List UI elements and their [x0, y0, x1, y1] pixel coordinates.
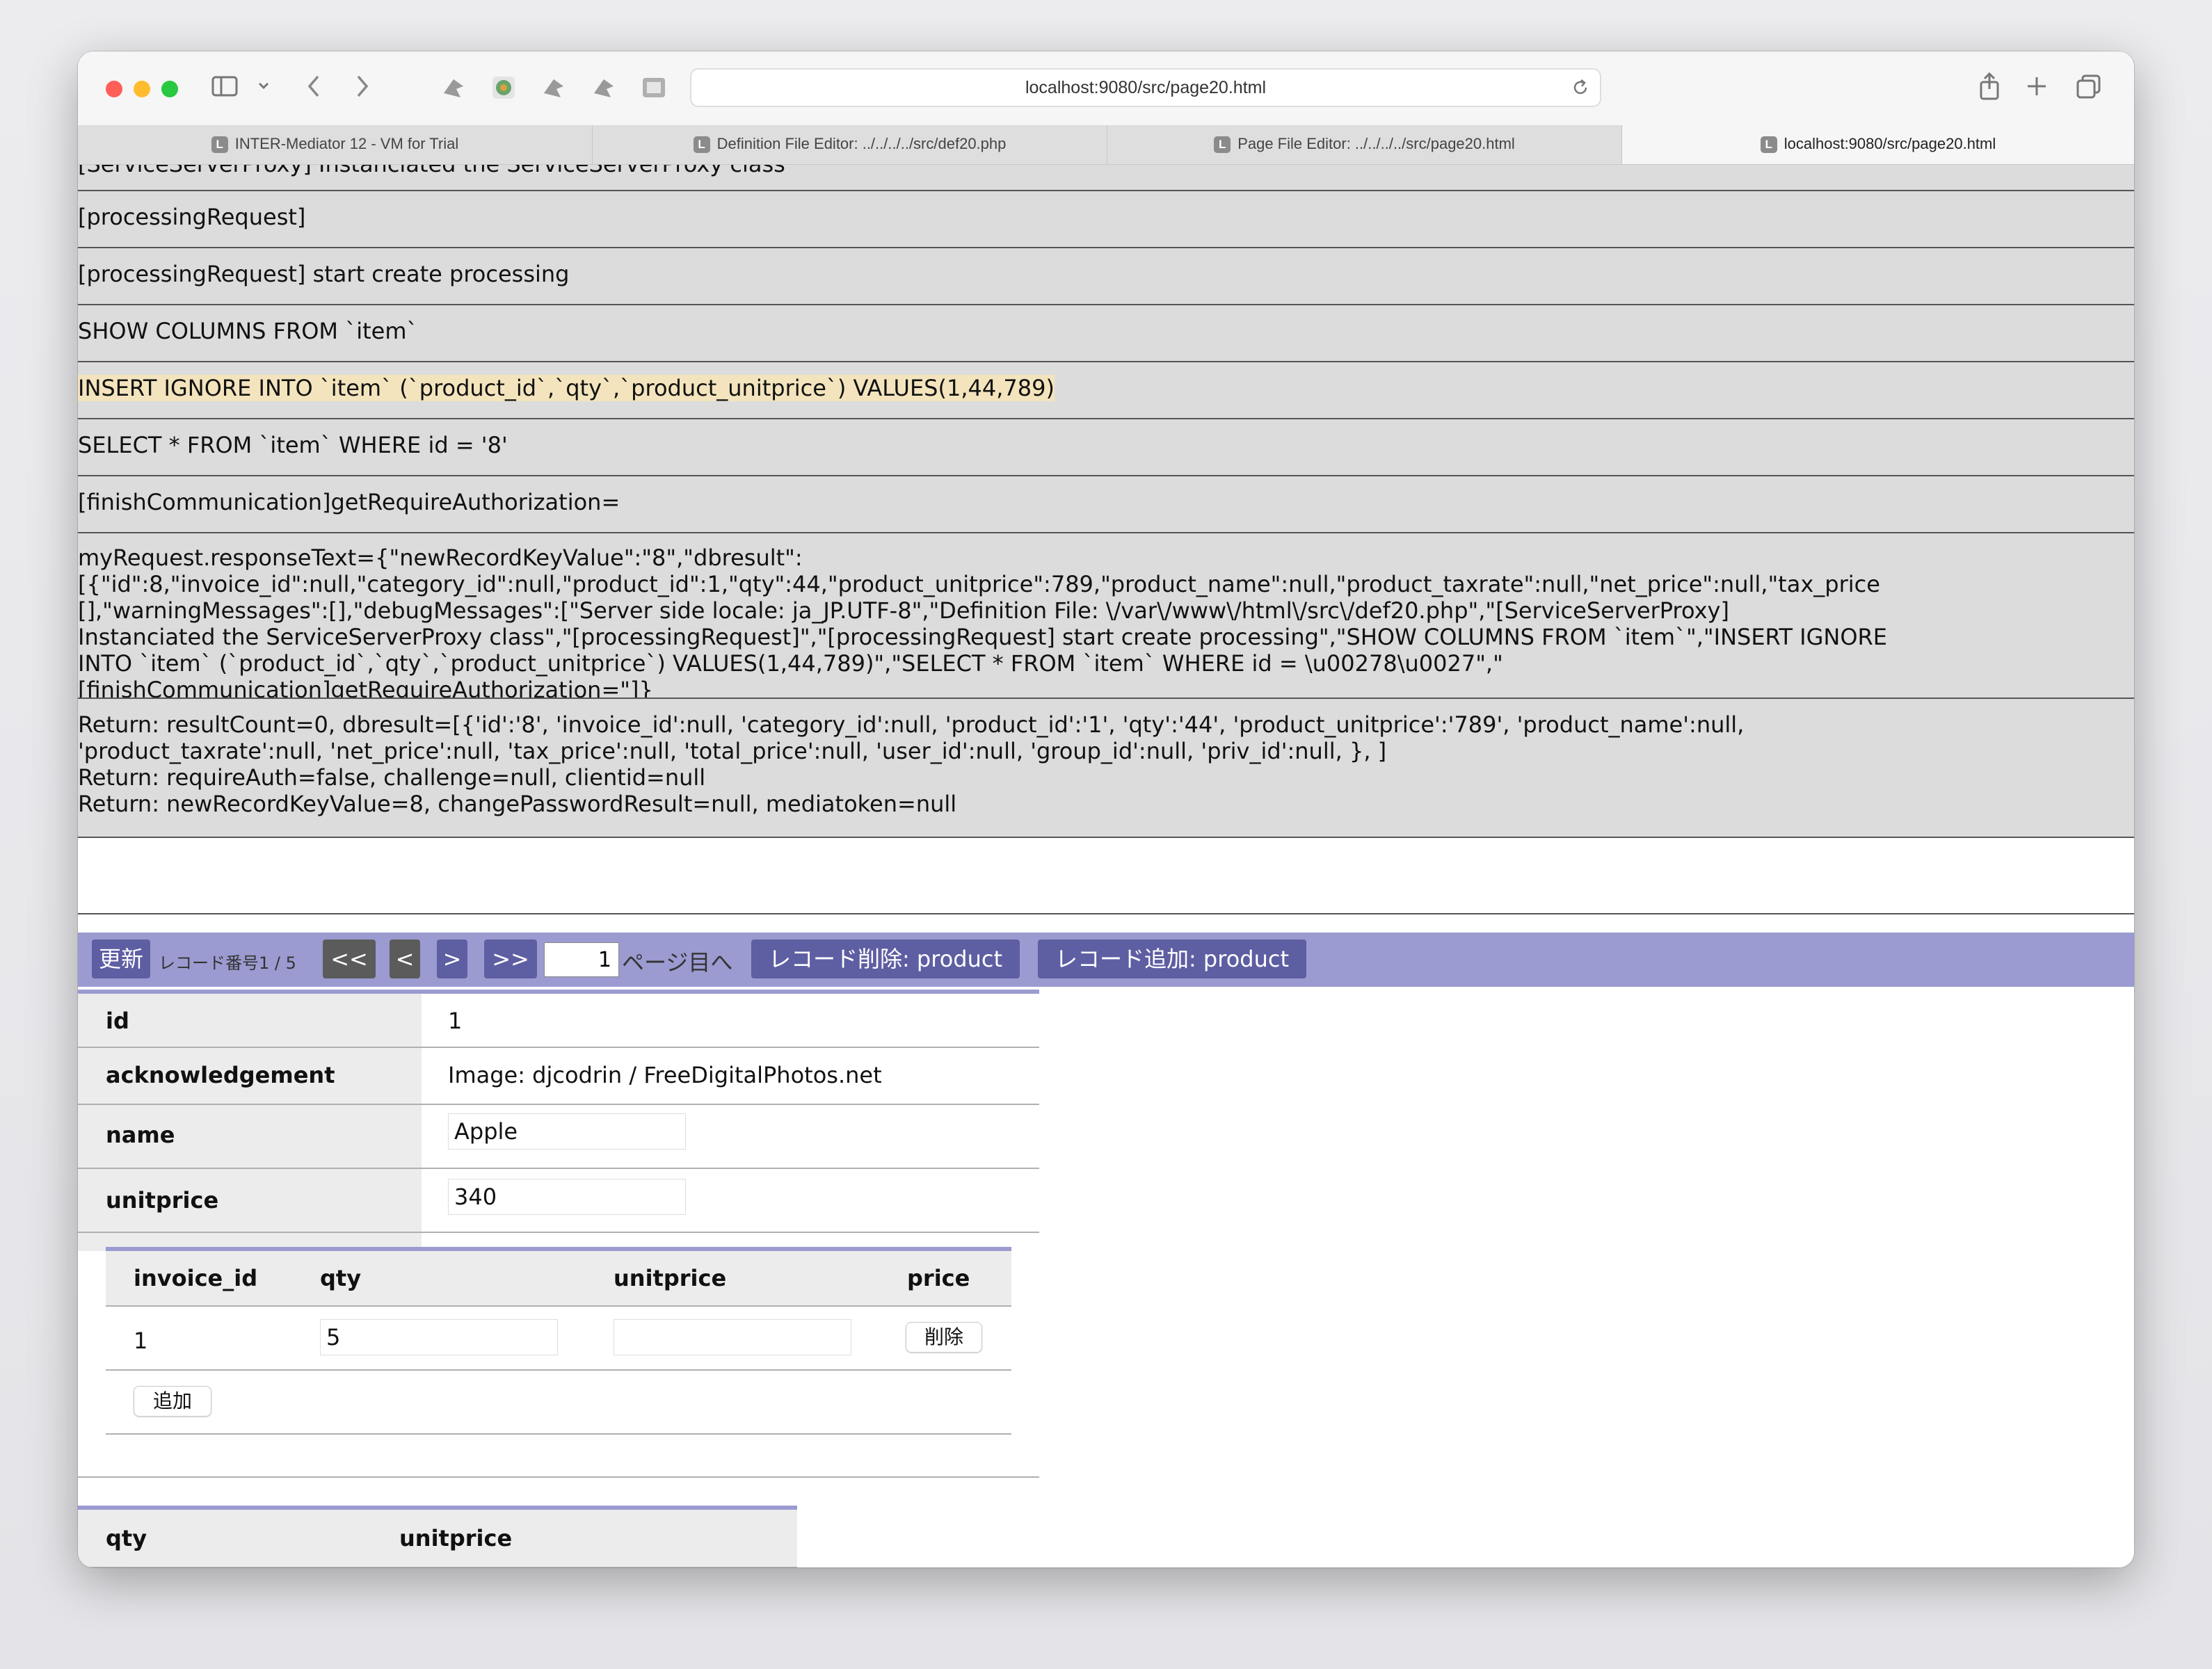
- cell-invoice-id: 1: [134, 1328, 148, 1354]
- tab-label: Definition File Editor: ../../../../src/…: [716, 135, 1007, 152]
- last-record-button[interactable]: >>: [484, 940, 537, 978]
- qty-input[interactable]: 5: [320, 1319, 558, 1355]
- tab-inter-mediator[interactable]: L INTER-Mediator 12 - VM for Trial: [78, 125, 593, 164]
- field-label-name: name: [106, 1122, 175, 1148]
- tab-page-file-editor[interactable]: L Page File Editor: ../../../../src/page2…: [1107, 125, 1622, 164]
- field-value-acknowledgement: Image: djcodrin / FreeDigitalPhotos.net: [448, 1062, 882, 1088]
- tab-definition-file-editor[interactable]: L Definition File Editor: ../../../../src…: [593, 125, 1107, 164]
- unitprice-input[interactable]: 340: [448, 1179, 686, 1215]
- log-line: [ServiceServerProxy] Instanciated the Se…: [78, 165, 785, 177]
- log-line: Return: resultCount=0, dbresult=[{'id':'…: [78, 711, 1745, 738]
- extension-icon-1[interactable]: [440, 74, 467, 104]
- row-divider: [78, 1168, 1039, 1169]
- add-record-button[interactable]: レコード追加: product: [1038, 940, 1306, 978]
- log-entry: Return: resultCount=0, dbresult=[{'id':'…: [78, 699, 2134, 838]
- close-window-button[interactable]: [106, 81, 122, 97]
- log-entry: SELECT * FROM `item` WHERE id = '8': [78, 419, 2134, 476]
- log-entry: SHOW COLUMNS FROM `item`: [78, 305, 2134, 362]
- extension-icon-2[interactable]: [490, 74, 518, 104]
- record-navigation-bar: 更新 レコード番号1 / 5 << < > >> 1 ページ目へ レコード削除:…: [78, 933, 2134, 987]
- favicon-icon: L: [1760, 136, 1777, 154]
- divider: [78, 913, 2134, 914]
- tab-localhost-page20[interactable]: Llocalhost:9080/src/page20.html: [1622, 125, 2134, 164]
- back-icon[interactable]: [306, 74, 321, 102]
- extension-icon-4[interactable]: [590, 74, 618, 104]
- header-unitprice: unitprice: [614, 1265, 727, 1291]
- extension-icon-3[interactable]: [540, 74, 568, 104]
- chevron-down-icon[interactable]: [257, 78, 270, 96]
- header-unitprice: unitprice: [399, 1525, 513, 1551]
- log-line: myRequest.responseText={"newRecordKeyVal…: [78, 545, 803, 571]
- log-line: SHOW COLUMNS FROM `item`: [78, 318, 418, 344]
- share-icon[interactable]: [1977, 71, 2002, 104]
- sidebar-toggle-icon[interactable]: [211, 75, 239, 100]
- page-content: [ServiceServerProxy] Instanciated the Se…: [78, 165, 2134, 1567]
- field-value-id: 1: [448, 1008, 463, 1034]
- address-bar[interactable]: localhost:9080/src/page20.html: [690, 68, 1601, 107]
- field-label-id: id: [106, 1008, 129, 1034]
- header-qty: qty: [106, 1525, 147, 1551]
- name-input[interactable]: Apple: [448, 1113, 686, 1150]
- reload-icon[interactable]: [1571, 78, 1590, 100]
- tab-label: localhost:9080/src/page20.html: [1784, 135, 1996, 152]
- extension-icon-5[interactable]: [640, 74, 668, 104]
- record-number-label: レコード番号1 / 5: [159, 953, 296, 973]
- log-line: [finishCommunication]getRequireAuthoriza…: [78, 489, 620, 515]
- favicon-icon: L: [211, 136, 228, 154]
- row-divider: [78, 1476, 1039, 1478]
- field-label-unitprice: unitprice: [106, 1187, 219, 1214]
- row-divider: [106, 1369, 1011, 1371]
- field-label-acknowledgement: acknowledgement: [106, 1062, 335, 1088]
- log-line: [processingRequest] start create process…: [78, 261, 570, 287]
- maximize-window-button[interactable]: [161, 81, 178, 97]
- row-divider: [106, 1305, 1011, 1307]
- favicon-icon: L: [693, 136, 710, 154]
- log-entry: myRequest.responseText={"newRecordKeyVal…: [78, 533, 2134, 699]
- previous-record-button[interactable]: <: [390, 940, 420, 978]
- log-line: [],"warningMessages":[],"debugMessages":…: [78, 597, 1729, 624]
- delete-record-button[interactable]: レコード削除: product: [751, 940, 1020, 978]
- tab-overview-icon[interactable]: [2076, 74, 2102, 103]
- log-line: INTO `item` (`product_id`,`qty`,`product…: [78, 650, 1503, 677]
- next-record-button[interactable]: >: [437, 940, 467, 978]
- row-divider: [106, 1433, 1011, 1435]
- page-suffix-label: ページ目へ: [622, 949, 733, 976]
- browser-toolbar: localhost:9080/src/page20.html: [78, 51, 2134, 126]
- log-line: Return: newRecordKeyValue=8, changePassw…: [78, 791, 957, 817]
- minimize-window-button[interactable]: [134, 81, 150, 97]
- favicon-icon: L: [1214, 136, 1231, 154]
- row-divider: [78, 1232, 1039, 1233]
- address-text: localhost:9080/src/page20.html: [1025, 78, 1267, 97]
- forward-icon[interactable]: [355, 74, 370, 102]
- header-price: price: [907, 1265, 970, 1291]
- tab-label: Page File Editor: ../../../../src/page20…: [1237, 135, 1515, 152]
- log-entry: [processingRequest] start create process…: [78, 248, 2134, 305]
- browser-window: localhost:9080/src/page20.html L INTER-Me…: [78, 51, 2134, 1567]
- log-line: [processingRequest]: [78, 204, 306, 230]
- log-entry: [ServiceServerProxy] Instanciated the Se…: [78, 165, 2134, 191]
- page-number-input[interactable]: 1: [544, 942, 619, 977]
- tab-label: INTER-Mediator 12 - VM for Trial: [234, 135, 459, 152]
- refresh-button[interactable]: 更新: [92, 940, 150, 978]
- unitprice-input[interactable]: [614, 1319, 851, 1355]
- log-line: 'product_taxrate':null, 'net_price':null…: [78, 738, 1387, 764]
- log-line: [{"id":8,"invoice_id":null,"category_id"…: [78, 571, 1880, 597]
- row-divider: [78, 1104, 1039, 1105]
- log-line-highlighted: INSERT IGNORE INTO `item` (`product_id`,…: [78, 375, 1055, 401]
- log-entry: [processingRequest]: [78, 191, 2134, 248]
- log-line: Return: requireAuth=false, challenge=nul…: [78, 764, 706, 791]
- header-invoice-id: invoice_id: [134, 1265, 258, 1291]
- log-entry: INSERT IGNORE INTO `item` (`product_id`,…: [78, 362, 2134, 419]
- log-line: Instanciated the ServiceServerProxy clas…: [78, 624, 1887, 650]
- row-divider: [78, 1047, 1039, 1048]
- first-record-button[interactable]: <<: [323, 940, 376, 978]
- tab-bar: L INTER-Mediator 12 - VM for Trial L Defin…: [78, 125, 2134, 165]
- log-line: SELECT * FROM `item` WHERE id = '8': [78, 432, 508, 458]
- delete-row-button[interactable]: 削除: [906, 1322, 982, 1353]
- new-tab-icon[interactable]: [2026, 75, 2048, 100]
- log-line: [finishCommunication]getRequireAuthoriza…: [78, 677, 653, 699]
- log-entry: [finishCommunication]getRequireAuthoriza…: [78, 476, 2134, 533]
- header-qty: qty: [320, 1265, 362, 1291]
- add-row-button[interactable]: 追加: [134, 1386, 211, 1417]
